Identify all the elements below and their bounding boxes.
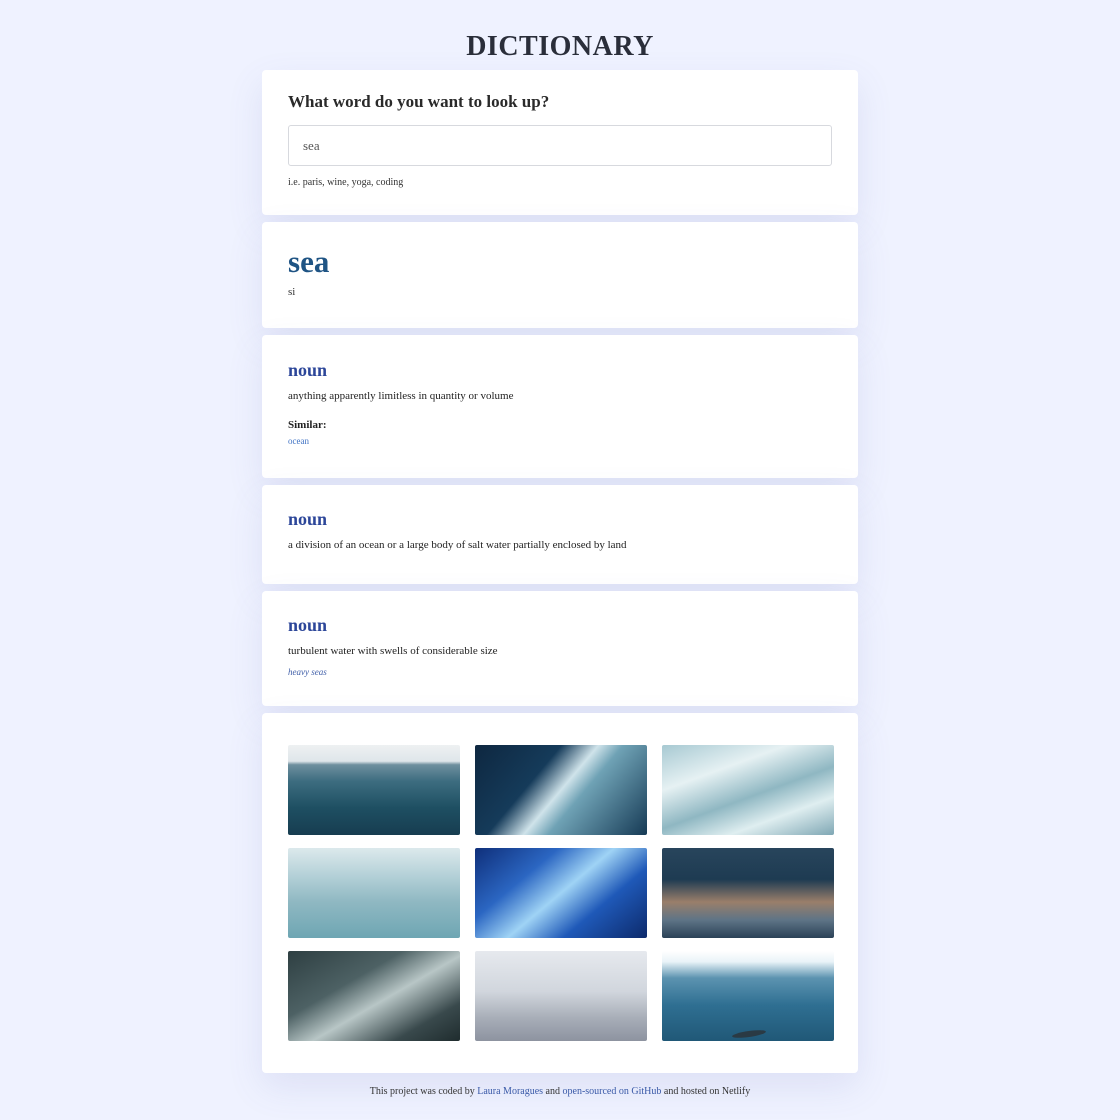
meaning-card: noun turbulent water with swells of cons…: [262, 591, 858, 706]
word-card: sea si: [262, 222, 858, 328]
footer-prefix: This project was coded by: [369, 1086, 478, 1097]
app-title: DICTIONARY: [466, 31, 654, 62]
definition-text: a division of an ocean or a large body o…: [288, 539, 627, 551]
github-link[interactable]: open-sourced on GitHub: [563, 1086, 662, 1097]
phonetic-text: si: [288, 286, 296, 298]
underwater-shark-photo[interactable]: [662, 951, 834, 1041]
calm-water-photo[interactable]: [288, 848, 460, 938]
wave-crest-photo[interactable]: [662, 848, 834, 938]
sea-foam-photo[interactable]: [662, 745, 834, 835]
part-of-speech: noun: [288, 360, 328, 380]
footer-suffix: and hosted on Netlify: [661, 1086, 751, 1097]
part-of-speech: noun: [288, 509, 328, 529]
definition-text: turbulent water with swells of considera…: [288, 645, 498, 657]
search-hint: i.e. paris, wine, yoga, coding: [288, 177, 404, 188]
meaning-card: noun a division of an ocean or a large b…: [262, 485, 858, 584]
search-heading: What word do you want to look up?: [288, 92, 550, 111]
shark-shape: [731, 1028, 767, 1040]
author-link[interactable]: Laura Moragues: [477, 1086, 543, 1097]
photo-grid: [288, 745, 834, 1041]
stormy-sea-photo[interactable]: [288, 951, 460, 1041]
meaning-card: noun anything apparently limitless in qu…: [262, 335, 858, 478]
definition-text: anything apparently limitless in quantit…: [288, 390, 514, 402]
photos-card: [262, 713, 858, 1073]
dictionary-app: DICTIONARY What word do you want to look…: [262, 0, 858, 1097]
example-text: heavy seas: [288, 667, 327, 677]
synonym-item: ocean: [288, 436, 309, 446]
crashing-wave-photo[interactable]: [475, 745, 647, 835]
blue-wave-photo[interactable]: [475, 848, 647, 938]
search-card: What word do you want to look up? i.e. p…: [262, 70, 858, 215]
foggy-sea-photo[interactable]: [475, 951, 647, 1041]
similar-label: Similar:: [288, 419, 327, 431]
ocean-horizon-photo[interactable]: [288, 745, 460, 835]
footer-middle: and: [543, 1086, 563, 1097]
part-of-speech: noun: [288, 615, 328, 635]
search-input[interactable]: [288, 125, 832, 166]
word-heading: sea: [288, 244, 330, 279]
footer: This project was coded by Laura Moragues…: [262, 1086, 858, 1097]
